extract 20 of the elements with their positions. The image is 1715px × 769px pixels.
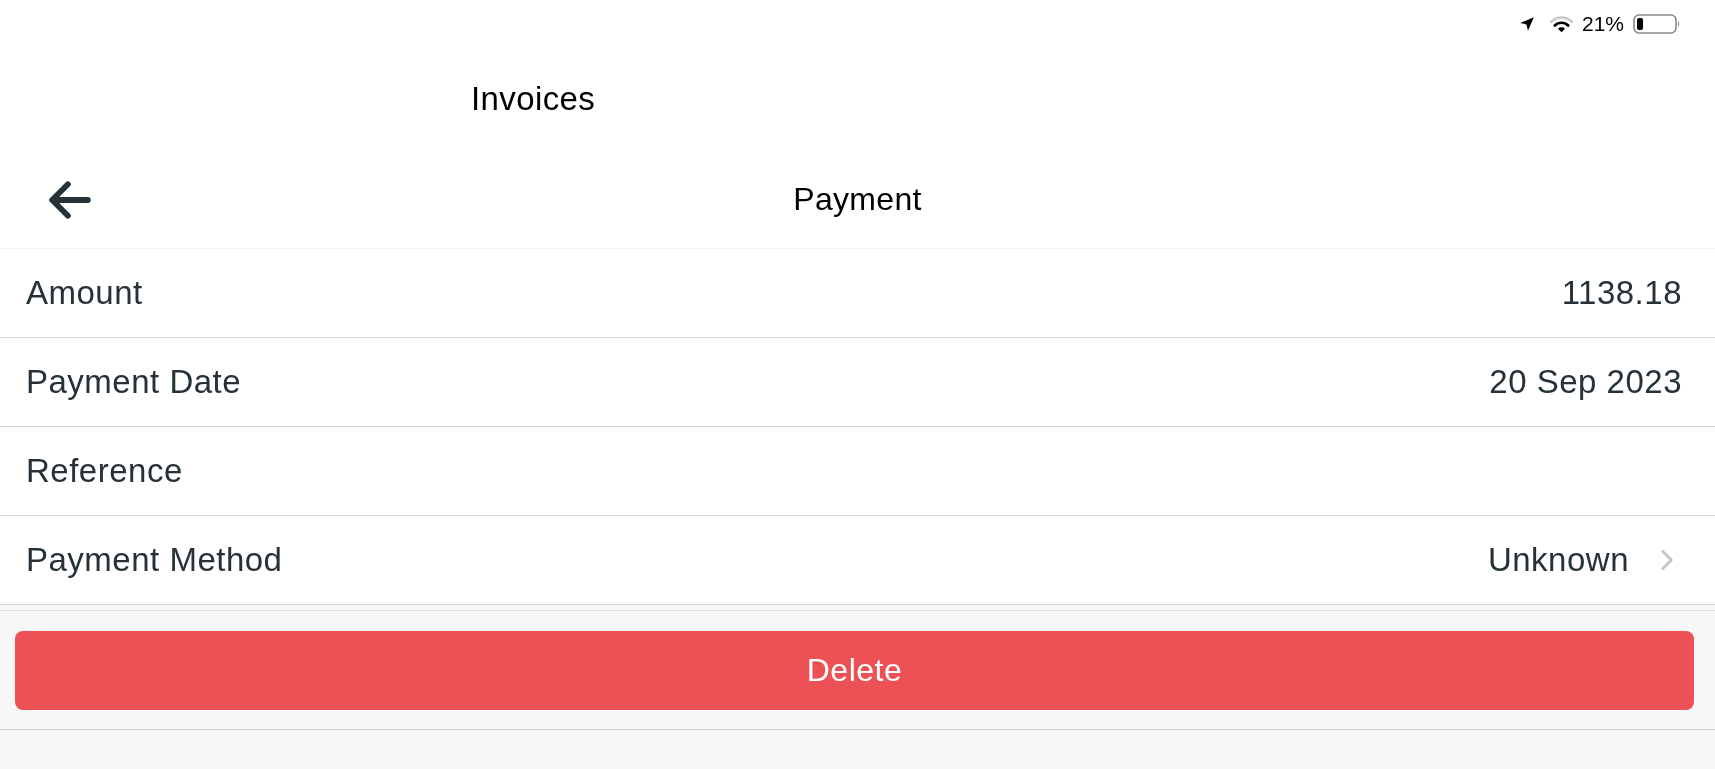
- back-arrow-icon: [49, 181, 91, 219]
- picker-row[interactable]: Payment Method Unknown: [0, 516, 1715, 604]
- chevron-right-icon: [1660, 549, 1674, 571]
- battery-icon: [1633, 13, 1681, 35]
- nav-title: Invoices: [471, 80, 596, 118]
- location-arrow-icon: [1518, 16, 1535, 32]
- field-value: Unknown: [1487, 541, 1629, 579]
- field-label: Reference: [26, 452, 183, 490]
- form-row[interactable]: Payment Date 20 Sep 2023: [0, 338, 1715, 427]
- field-label: Payment Date: [26, 363, 242, 401]
- field-value: 1138.18: [1561, 274, 1682, 312]
- wifi-icon: [1549, 15, 1573, 33]
- field-label: Amount: [26, 274, 143, 312]
- form-row[interactable]: Reference: [0, 427, 1715, 516]
- page-title: Payment: [793, 180, 922, 218]
- form-row[interactable]: Amount 1138.18: [0, 249, 1715, 338]
- field-value: 20 Sep 2023: [1489, 363, 1682, 401]
- delete-button[interactable]: Delete: [15, 631, 1694, 710]
- field-label: Payment Method: [26, 541, 283, 579]
- battery-percentage: 21%: [1581, 12, 1624, 36]
